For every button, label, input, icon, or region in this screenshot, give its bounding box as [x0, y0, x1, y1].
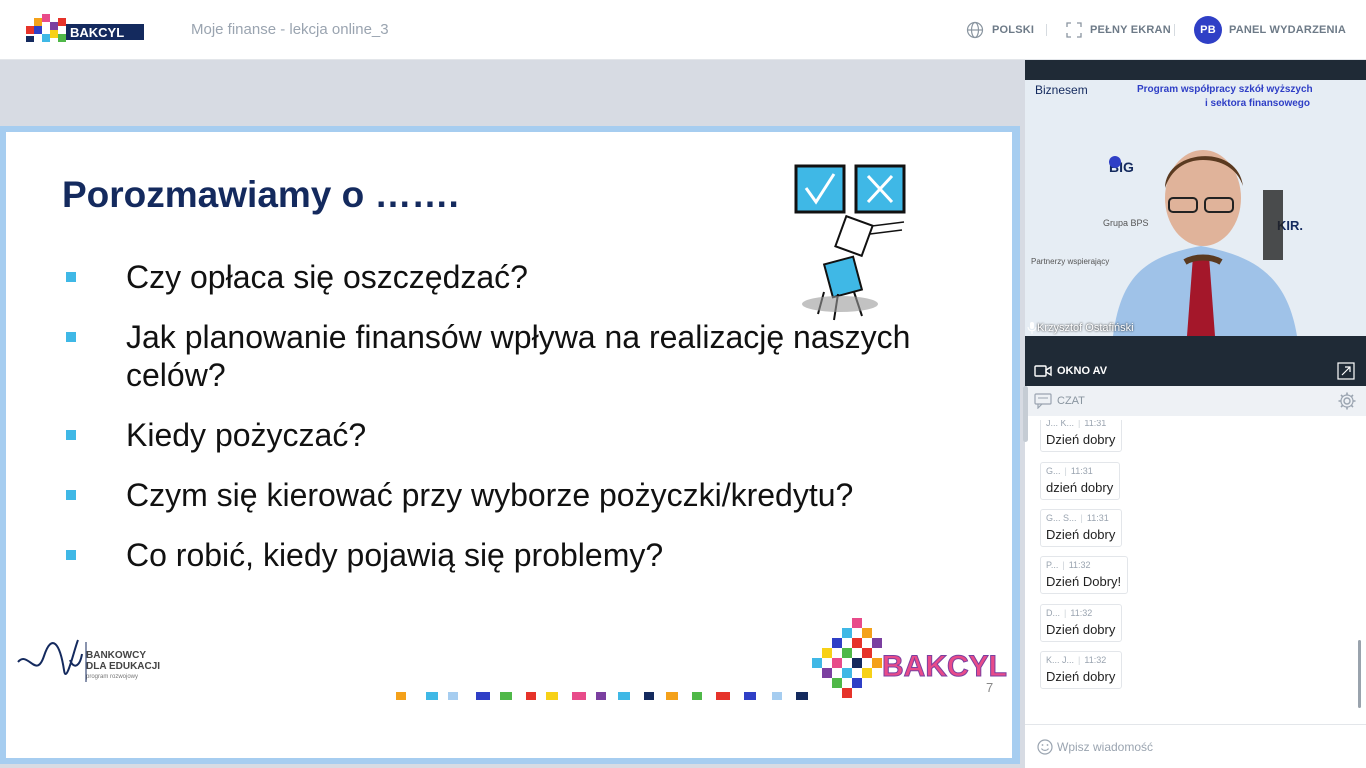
- event-panel-button[interactable]: PB PANEL WYDARZENIA: [1194, 16, 1346, 44]
- bullet-square: [66, 272, 76, 282]
- popout-icon[interactable]: [1337, 362, 1355, 380]
- slide: Porozmawiamy o ……. Czy opłaca się oszczę…: [0, 126, 1020, 764]
- chat-message: J... K... | 11:31 Dzień dobry: [1040, 420, 1123, 452]
- bullet-list: Czy opłaca się oszczędzać? Jak planowani…: [62, 258, 962, 596]
- message-author: G...: [1046, 466, 1061, 476]
- avatar: PB: [1194, 16, 1222, 44]
- chat-icon: [1034, 393, 1052, 409]
- message-time: 11:31: [1086, 513, 1109, 523]
- message-author: P...: [1046, 560, 1059, 570]
- bullet-item: Co robić, kiedy pojawią się problemy?: [62, 536, 962, 574]
- chat-message: K... J... | 11:32 Dzień dobry: [1040, 651, 1123, 689]
- chat-header[interactable]: CZAT: [1025, 386, 1366, 416]
- chair: [1263, 190, 1283, 260]
- bullet-item: Jak planowanie finansów wpływa na realiz…: [62, 318, 962, 394]
- message-time: 11:32: [1068, 560, 1091, 570]
- av-window-bar[interactable]: OKNO AV: [1025, 356, 1366, 386]
- backdrop-text: i sektora finansowego: [1205, 98, 1310, 109]
- speaker-video[interactable]: Biznesem Program współpracy szkół wyższy…: [1025, 80, 1366, 336]
- message-author: K... J...: [1046, 655, 1075, 665]
- chat-message: G... S... | 11:31 Dzień dobry: [1040, 509, 1123, 547]
- bakcyl-slide-text: BAKCYL: [882, 650, 1007, 683]
- language-button[interactable]: POLSKI: [966, 18, 1034, 42]
- emoji-icon[interactable]: [1037, 739, 1053, 755]
- message-time: 11:32: [1084, 655, 1107, 665]
- globe-icon: [966, 21, 984, 39]
- event-title: Moje finanse - lekcja online_3: [191, 21, 389, 38]
- top-bar: BAKCYL Moje finanse - lekcja online_3 PO…: [0, 0, 1366, 60]
- backdrop-text: Biznesem: [1035, 83, 1088, 97]
- logo-text: BAKCYL: [70, 25, 124, 40]
- backdrop-text: Grupa BPS: [1103, 218, 1149, 228]
- separator: [1174, 24, 1175, 36]
- color-strip: [396, 692, 808, 700]
- message-time: 11:32: [1070, 608, 1093, 618]
- chat-label: CZAT: [1057, 395, 1085, 407]
- bullet-square: [66, 490, 76, 500]
- message-text: Dzień dobry: [1046, 622, 1116, 637]
- bakcyl-logo[interactable]: BAKCYL: [22, 12, 146, 48]
- av-window-label: OKNO AV: [1057, 365, 1108, 377]
- gear-icon[interactable]: [1337, 391, 1357, 411]
- backdrop-text: Program współpracy szkół wyższych: [1137, 84, 1313, 95]
- message-text: Dzień Dobry!: [1046, 574, 1122, 589]
- chat-message: P... | 11:32 Dzień Dobry!: [1040, 556, 1129, 594]
- message-time: 11:31: [1084, 420, 1107, 428]
- fullscreen-label: PEŁNY EKRAN: [1090, 24, 1171, 36]
- speaker-name: Krzysztof Ostafiński: [1037, 322, 1134, 334]
- bullet-item: Kiedy pożyczać?: [62, 416, 962, 454]
- microphone-icon: [1027, 322, 1037, 334]
- partner-logo-subtext: program rozwojowy: [86, 674, 139, 680]
- slide-page-number: 7: [986, 680, 994, 695]
- message-author: G... S...: [1046, 513, 1077, 523]
- presentation-stage: Porozmawiamy o ……. Czy opłaca się oszczę…: [0, 60, 1025, 768]
- video-frame: Biznesem Program współpracy szkół wyższy…: [1025, 80, 1366, 336]
- backdrop-text: Partnerzy wspierający: [1031, 257, 1109, 266]
- camera-icon: [1034, 365, 1052, 377]
- bullet-item: Czym się kierować przy wyborze pożyczki/…: [62, 476, 962, 514]
- separator: [1046, 24, 1047, 36]
- message-text: Dzień dobry: [1046, 527, 1116, 542]
- partner-logo-text: BANKOWCY DLA EDUKACJI: [86, 650, 161, 672]
- chat-input-bar: [1025, 724, 1366, 768]
- panel-label: PANEL WYDARZENIA: [1229, 24, 1347, 36]
- bullet-square: [66, 430, 76, 440]
- message-author: D...: [1046, 608, 1061, 618]
- chat-message-list: J... K... | 11:31 Dzień dobry G... | 11:31 d…: [1025, 420, 1366, 724]
- video-top-bar: [1025, 60, 1366, 80]
- slide-title: Porozmawiamy o …….: [62, 174, 459, 215]
- message-text: Dzień dobry: [1046, 669, 1116, 684]
- fullscreen-icon: [1066, 22, 1082, 38]
- bullet-square: [66, 550, 76, 560]
- right-panel: Biznesem Program współpracy szkół wyższy…: [1023, 60, 1366, 768]
- chat-message: G... | 11:31 dzień dobry: [1040, 462, 1121, 500]
- chat-scrollbar[interactable]: [1358, 640, 1361, 708]
- message-text: Dzień dobry: [1046, 432, 1116, 447]
- bullet-square: [66, 332, 76, 342]
- fullscreen-button[interactable]: PEŁNY EKRAN: [1066, 18, 1171, 42]
- bullet-item: Czy opłaca się oszczędzać?: [62, 258, 962, 296]
- language-label: POLSKI: [992, 24, 1035, 36]
- chat-message-input[interactable]: [1057, 737, 1347, 757]
- video-bottom-bar: [1025, 336, 1366, 356]
- speaker-caption: Krzysztof Ostafiński: [1027, 322, 1134, 334]
- chat-message: D... | 11:32 Dzień dobry: [1040, 604, 1123, 642]
- message-author: J... K...: [1046, 420, 1075, 428]
- message-text: dzień dobry: [1046, 480, 1114, 495]
- message-time: 11:31: [1070, 466, 1093, 476]
